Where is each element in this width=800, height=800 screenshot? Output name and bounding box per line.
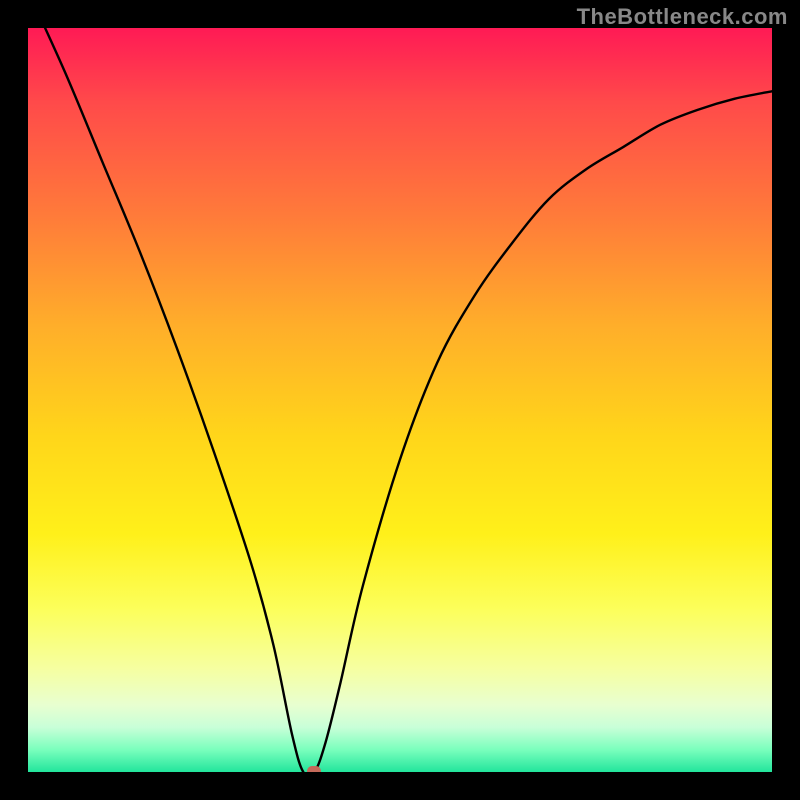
frame: TheBottleneck.com — [0, 0, 800, 800]
watermark-text: TheBottleneck.com — [577, 4, 788, 30]
minimum-marker-dot — [307, 766, 321, 772]
bottleneck-curve — [28, 28, 772, 772]
plot-area — [28, 28, 772, 772]
